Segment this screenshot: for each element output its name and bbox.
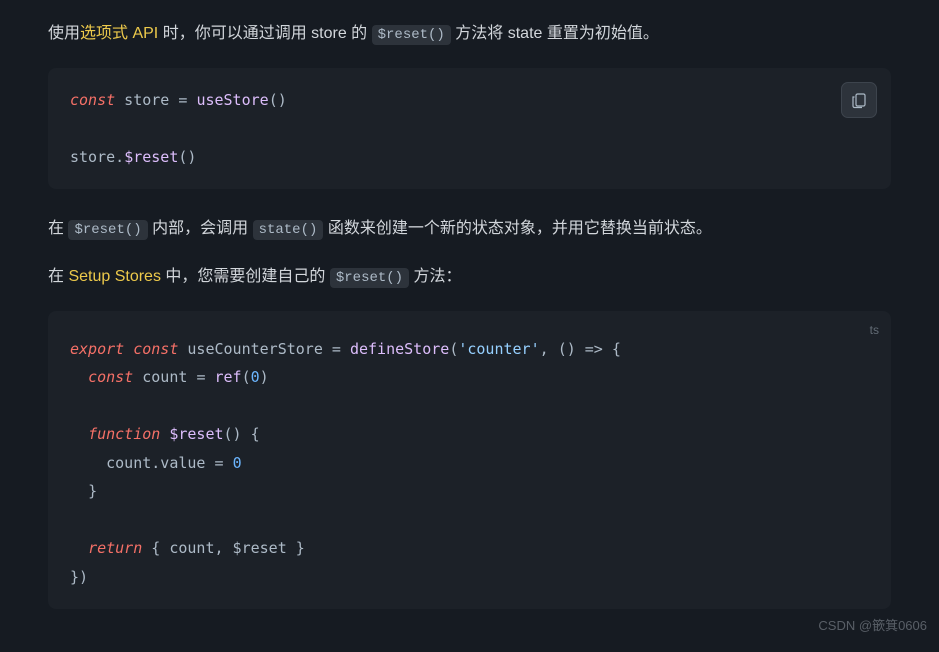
text-segment: 函数来创建一个新的状态对象，并用它替换当前状态。	[323, 220, 711, 237]
token-punct: ()	[178, 148, 196, 166]
token-keyword: return	[88, 539, 142, 557]
token-operator: =>	[585, 340, 603, 358]
token-function: useStore	[196, 91, 268, 109]
token-punct: }	[88, 482, 97, 500]
token-space	[142, 539, 151, 557]
options-api-link[interactable]: 选项式 API	[80, 25, 158, 42]
paragraph-internal: 在 $reset() 内部，会调用 state() 函数来创建一个新的状态对象，…	[48, 215, 891, 243]
token-operator: =	[332, 340, 341, 358]
token-keyword: const	[88, 368, 133, 386]
code-block-reset-usage: const store = useStore() store.$reset()	[48, 68, 891, 190]
token-punct: ()	[558, 340, 585, 358]
token-punct: (	[449, 340, 458, 358]
token-keyword: export	[70, 340, 124, 358]
clipboard-icon	[850, 91, 868, 109]
inline-code-state: state()	[253, 220, 324, 240]
copy-button[interactable]	[841, 82, 877, 118]
text-segment: 方法将 state 重置为初始值。	[451, 25, 659, 42]
text-segment: 内部，会调用	[148, 220, 253, 237]
token-string: 'counter'	[458, 340, 539, 358]
indent	[70, 539, 88, 557]
text-segment: 方法：	[409, 268, 461, 285]
indent	[70, 368, 88, 386]
token-variable: count	[133, 368, 196, 386]
token-punct: {	[603, 340, 621, 358]
code-block-setup-store: ts export const useCounterStore = define…	[48, 311, 891, 610]
text-segment: 在	[48, 220, 68, 237]
token-keyword: const	[133, 340, 178, 358]
token-punct: ()	[269, 91, 287, 109]
indent	[70, 482, 88, 500]
token-builtin: ref	[215, 368, 242, 386]
text-segment: 在	[48, 268, 68, 285]
indent	[70, 425, 88, 443]
text-segment: 中，您需要创建自己的	[161, 268, 330, 285]
token-punct: (	[242, 368, 251, 386]
token-variable: useCounterStore	[178, 340, 332, 358]
token-number: 0	[233, 454, 242, 472]
inline-code-reset: $reset()	[330, 268, 409, 288]
inline-code-reset: $reset()	[68, 220, 147, 240]
token-punct: ()	[224, 425, 251, 443]
token-function: $reset	[124, 148, 178, 166]
token-number: 0	[251, 368, 260, 386]
token-variable: store	[115, 91, 178, 109]
code-language-badge: ts	[870, 319, 879, 342]
paragraph-intro: 使用选项式 API 时，你可以通过调用 store 的 $reset() 方法将…	[48, 20, 891, 48]
token-space	[205, 368, 214, 386]
token-keyword: function	[88, 425, 160, 443]
token-variable: count.value	[106, 454, 214, 472]
text-segment: 时，你可以通过调用 store 的	[158, 25, 371, 42]
token-object: { count, $reset }	[151, 539, 305, 557]
inline-code-reset: $reset()	[372, 25, 451, 45]
token-variable: store.	[70, 148, 124, 166]
token-punct: })	[70, 568, 88, 586]
token-function: defineStore	[350, 340, 449, 358]
token-space	[224, 454, 233, 472]
text-segment: 使用	[48, 25, 80, 42]
token-function-def: $reset	[160, 425, 223, 443]
token-keyword: const	[70, 91, 115, 109]
token-punct: )	[260, 368, 269, 386]
token-punct: ,	[540, 340, 558, 358]
setup-stores-link[interactable]: Setup Stores	[68, 268, 161, 285]
token-punct: {	[251, 425, 260, 443]
csdn-watermark: CSDN @篏箕0606	[818, 615, 927, 637]
indent	[70, 454, 106, 472]
paragraph-setup-stores: 在 Setup Stores 中，您需要创建自己的 $reset() 方法：	[48, 263, 891, 291]
token-operator: =	[215, 454, 224, 472]
